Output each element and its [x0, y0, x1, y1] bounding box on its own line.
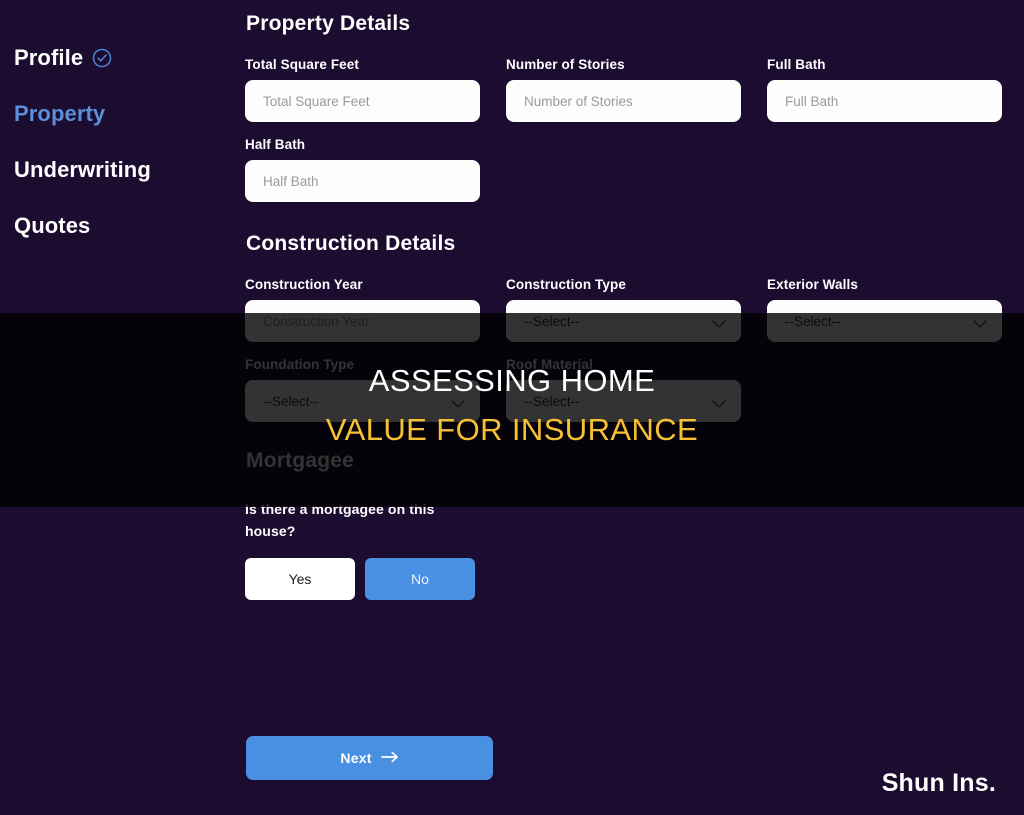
field-half-bath: Half Bath	[245, 137, 480, 202]
next-button[interactable]: Next	[246, 736, 493, 780]
field-total-square-feet: Total Square Feet	[245, 57, 480, 122]
chevron-down-icon	[973, 317, 987, 328]
label-roof-material: Roof Material	[506, 357, 593, 372]
field-construction-type: Construction Type --Select--	[506, 277, 741, 342]
grid-spacer	[480, 277, 506, 342]
wizard-sidebar: Profile Property Underwriting Quotes	[0, 0, 245, 815]
field-full-bath: Full Bath	[767, 57, 1002, 122]
sidebar-item-property[interactable]: Property	[14, 86, 245, 142]
grid-spacer	[480, 357, 506, 422]
mortgagee-question: Is there a mortgagee on this house?	[245, 501, 435, 539]
sidebar-item-quotes-label: Quotes	[14, 213, 91, 238]
label-foundation-type: Foundation Type	[245, 357, 355, 372]
label-construction-type: Construction Type	[506, 277, 626, 292]
sidebar-item-profile-label: Profile	[14, 45, 84, 70]
property-form-page: Profile Property Underwriting Quotes Pro…	[0, 0, 1024, 815]
label-construction-year: Construction Year	[245, 277, 363, 292]
select-exterior-walls[interactable]: --Select--	[767, 300, 1002, 342]
sidebar-item-underwriting[interactable]: Underwriting	[14, 142, 245, 198]
mortgagee-yes-button[interactable]: Yes	[245, 558, 355, 600]
sidebar-item-profile[interactable]: Profile	[14, 30, 245, 86]
field-foundation-type: Foundation Type --Select--	[245, 357, 480, 422]
label-number-of-stories: Number of Stories	[506, 57, 625, 72]
property-details-grid-row2: Half Bath	[245, 137, 1004, 202]
grid-spacer	[741, 277, 767, 342]
mortgagee-toggle-group: Yes No	[245, 558, 1004, 600]
sidebar-item-property-label: Property	[14, 101, 106, 126]
chevron-down-icon	[712, 317, 726, 328]
section-title-property-details: Property Details	[246, 12, 411, 35]
input-number-of-stories[interactable]	[506, 80, 741, 122]
sidebar-item-underwriting-label: Underwriting	[14, 157, 151, 182]
label-full-bath: Full Bath	[767, 57, 826, 72]
select-roof-material[interactable]: --Select--	[506, 380, 741, 422]
chevron-down-icon	[451, 397, 465, 408]
select-foundation-type-value: --Select--	[263, 393, 319, 409]
construction-details-grid-row2: Foundation Type --Select-- Roof Material…	[245, 357, 1004, 422]
select-roof-material-value: --Select--	[524, 393, 580, 409]
label-half-bath: Half Bath	[245, 137, 306, 152]
field-roof-material: Roof Material --Select--	[506, 357, 741, 422]
check-circle-icon	[92, 48, 112, 68]
field-construction-year: Construction Year	[245, 277, 480, 342]
form-main: Property Details Total Square Feet Numbe…	[245, 0, 1024, 815]
sidebar-item-quotes[interactable]: Quotes	[14, 198, 245, 254]
select-construction-type[interactable]: --Select--	[506, 300, 741, 342]
label-total-square-feet: Total Square Feet	[245, 57, 359, 72]
input-construction-year[interactable]	[245, 300, 480, 342]
label-exterior-walls: Exterior Walls	[767, 277, 858, 292]
section-title-mortgagee: Mortgagee	[246, 449, 354, 472]
select-foundation-type[interactable]: --Select--	[245, 380, 480, 422]
field-number-of-stories: Number of Stories	[506, 57, 741, 122]
input-half-bath[interactable]	[245, 160, 480, 202]
grid-spacer	[741, 57, 767, 122]
input-full-bath[interactable]	[767, 80, 1002, 122]
property-details-grid: Total Square Feet Number of Stories Full…	[245, 57, 1004, 122]
construction-details-grid: Construction Year Construction Type --Se…	[245, 277, 1004, 342]
select-construction-type-value: --Select--	[524, 313, 580, 329]
chevron-down-icon	[712, 397, 726, 408]
mortgagee-no-button[interactable]: No	[365, 558, 475, 600]
input-total-square-feet[interactable]	[245, 80, 480, 122]
watermark-brand: Shun Ins.	[881, 769, 996, 797]
next-button-label: Next	[340, 750, 372, 766]
select-exterior-walls-value: --Select--	[785, 313, 841, 329]
section-title-construction-details: Construction Details	[246, 232, 456, 255]
arrow-right-icon	[380, 750, 399, 766]
grid-spacer	[480, 57, 506, 122]
field-exterior-walls: Exterior Walls --Select--	[767, 277, 1002, 342]
